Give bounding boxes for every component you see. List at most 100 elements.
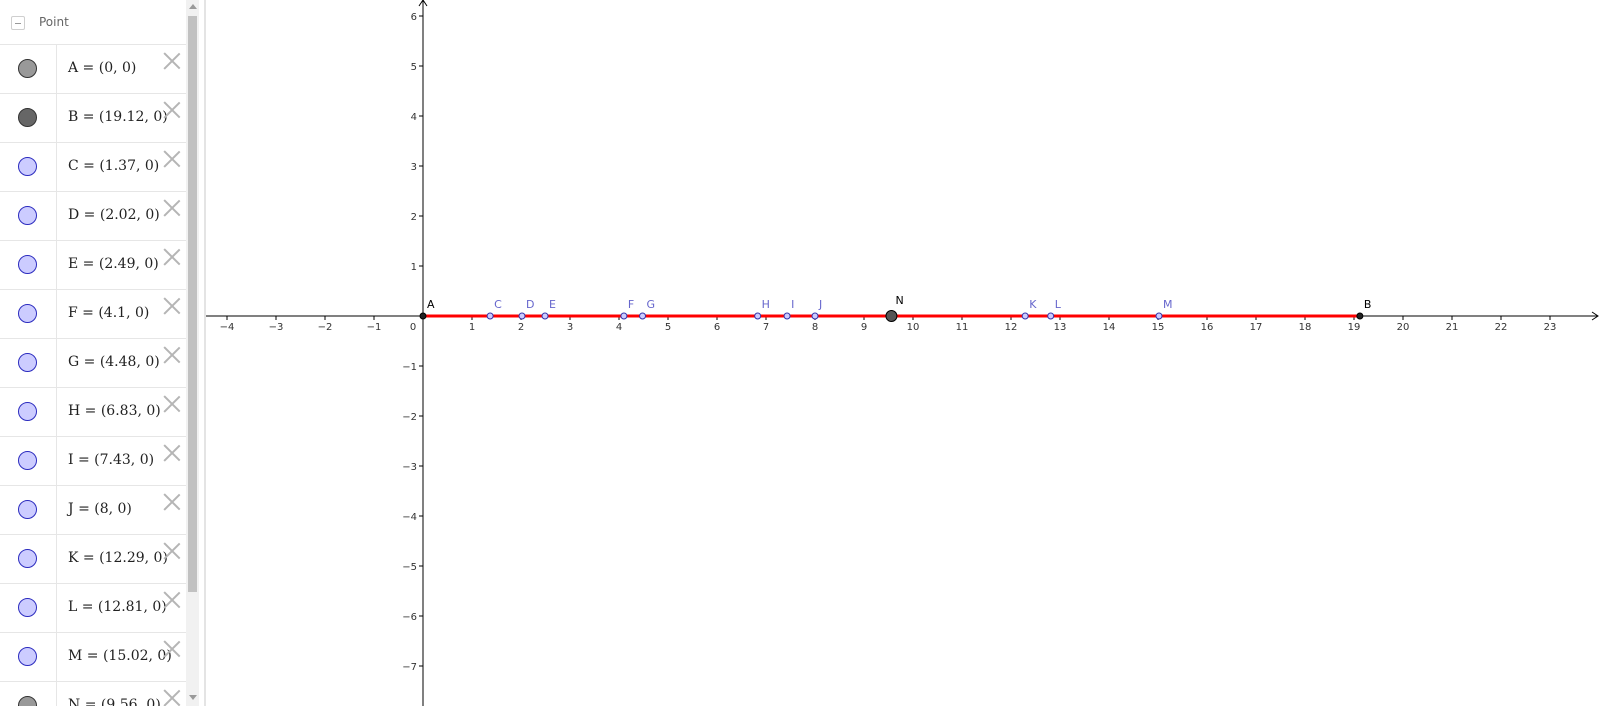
point-a[interactable] xyxy=(419,312,427,320)
visibility-toggle[interactable] xyxy=(0,486,57,534)
point-m[interactable] xyxy=(1155,312,1163,320)
algebra-row[interactable]: C = (1.37, 0) xyxy=(0,143,186,192)
delete-icon[interactable] xyxy=(163,346,181,364)
visibility-marble-icon[interactable] xyxy=(18,647,37,666)
x-tick-label: −4 xyxy=(220,322,235,333)
point-definition[interactable]: F = (4.1, 0) xyxy=(68,305,149,321)
point-h[interactable] xyxy=(754,312,762,320)
point-definition[interactable]: A = (0, 0) xyxy=(68,60,136,76)
delete-icon[interactable] xyxy=(163,101,181,119)
point-d[interactable] xyxy=(518,312,526,320)
point-n[interactable] xyxy=(885,310,898,322)
delete-icon[interactable] xyxy=(163,689,181,706)
graphics-canvas[interactable]: −4 −3 −2 −1 0 1 2 3 4 5 6 7 8 9 10 11 12 13 14 15 16 17 18 19 20… xyxy=(206,0,1600,706)
point-definition[interactable]: M = (15.02, 0) xyxy=(68,648,172,664)
visibility-marble-icon[interactable] xyxy=(18,549,37,568)
point-f[interactable] xyxy=(620,312,628,320)
point-label: L xyxy=(1055,298,1062,311)
x-tick-label: 13 xyxy=(1054,322,1067,333)
algebra-row[interactable]: D = (2.02, 0) xyxy=(0,192,186,241)
visibility-marble-icon[interactable] xyxy=(18,255,37,274)
delete-icon[interactable] xyxy=(163,297,181,315)
point-b[interactable] xyxy=(1356,312,1364,320)
point-l[interactable] xyxy=(1047,312,1055,320)
visibility-toggle[interactable] xyxy=(0,45,57,93)
delete-icon[interactable] xyxy=(163,199,181,217)
visibility-toggle[interactable] xyxy=(0,241,57,289)
point-definition[interactable]: D = (2.02, 0) xyxy=(68,207,160,223)
delete-icon[interactable] xyxy=(163,493,181,511)
algebra-scrollbar[interactable] xyxy=(186,0,199,706)
visibility-toggle[interactable] xyxy=(0,339,57,387)
algebra-row[interactable]: B = (19.12, 0) xyxy=(0,94,186,143)
visibility-toggle[interactable] xyxy=(0,584,57,632)
visibility-toggle[interactable] xyxy=(0,290,57,338)
delete-icon[interactable] xyxy=(163,248,181,266)
point-definition[interactable]: G = (4.48, 0) xyxy=(68,354,160,370)
visibility-marble-icon[interactable] xyxy=(18,206,37,225)
point-definition[interactable]: H = (6.83, 0) xyxy=(68,403,161,419)
algebra-row[interactable]: M = (15.02, 0) xyxy=(0,633,186,682)
x-tick-label: 4 xyxy=(616,322,622,333)
delete-icon[interactable] xyxy=(163,52,181,70)
algebra-row[interactable]: K = (12.29, 0) xyxy=(0,535,186,584)
visibility-marble-icon[interactable] xyxy=(18,59,37,78)
point-definition[interactable]: B = (19.12, 0) xyxy=(68,109,168,125)
point-definition[interactable]: N = (9.56, 0) xyxy=(68,697,161,706)
algebra-row[interactable]: N = (9.56, 0) xyxy=(0,682,186,706)
point-definition[interactable]: J = (8, 0) xyxy=(68,501,132,517)
visibility-toggle[interactable] xyxy=(0,94,57,142)
point-j[interactable] xyxy=(811,312,819,320)
algebra-row[interactable]: I = (7.43, 0) xyxy=(0,437,186,486)
visibility-toggle[interactable] xyxy=(0,535,57,583)
visibility-toggle[interactable] xyxy=(0,682,57,706)
delete-icon[interactable] xyxy=(163,444,181,462)
visibility-toggle[interactable] xyxy=(0,388,57,436)
visibility-toggle[interactable] xyxy=(0,633,57,681)
point-i[interactable] xyxy=(783,312,791,320)
point-definition[interactable]: L = (12.81, 0) xyxy=(68,599,167,615)
scroll-down-arrow-icon[interactable] xyxy=(189,695,197,700)
delete-icon[interactable] xyxy=(163,150,181,168)
point-e[interactable] xyxy=(541,312,549,320)
algebra-row[interactable]: J = (8, 0) xyxy=(0,486,186,535)
point-definition[interactable]: K = (12.29, 0) xyxy=(68,550,168,566)
point-definition[interactable]: E = (2.49, 0) xyxy=(68,256,159,272)
visibility-marble-icon[interactable] xyxy=(18,402,37,421)
x-tick-label: −3 xyxy=(269,322,284,333)
visibility-marble-icon[interactable] xyxy=(18,500,37,519)
point-k[interactable] xyxy=(1021,312,1029,320)
algebra-row[interactable]: E = (2.49, 0) xyxy=(0,241,186,290)
y-tick-label: −3 xyxy=(402,462,417,473)
scroll-up-arrow-icon[interactable] xyxy=(189,4,197,9)
visibility-marble-icon[interactable] xyxy=(18,451,37,470)
algebra-row[interactable]: H = (6.83, 0) xyxy=(0,388,186,437)
scrollbar-thumb[interactable] xyxy=(188,16,197,592)
point-label: H xyxy=(762,298,770,311)
graphics-view[interactable]: −4 −3 −2 −1 0 1 2 3 4 5 6 7 8 9 10 11 12 13 14 15 16 17 18 19 20… xyxy=(206,0,1600,706)
algebra-row[interactable]: F = (4.1, 0) xyxy=(0,290,186,339)
visibility-toggle[interactable] xyxy=(0,143,57,191)
point-c[interactable] xyxy=(486,312,494,320)
visibility-marble-icon[interactable] xyxy=(18,353,37,372)
point-g[interactable] xyxy=(639,312,647,320)
point-group-header[interactable]: Point xyxy=(0,0,186,45)
algebra-row[interactable]: A = (0, 0) xyxy=(0,45,186,94)
visibility-marble-icon[interactable] xyxy=(18,157,37,176)
collapse-group-button[interactable] xyxy=(11,16,25,30)
delete-icon[interactable] xyxy=(163,395,181,413)
visibility-marble-icon[interactable] xyxy=(18,304,37,323)
visibility-toggle[interactable] xyxy=(0,437,57,485)
algebra-row[interactable]: L = (12.81, 0) xyxy=(0,584,186,633)
visibility-marble-icon[interactable] xyxy=(18,696,37,706)
visibility-marble-icon[interactable] xyxy=(18,108,37,127)
visibility-toggle[interactable] xyxy=(0,192,57,240)
x-tick-label: −2 xyxy=(318,322,333,333)
delete-icon[interactable] xyxy=(163,591,181,609)
visibility-marble-icon[interactable] xyxy=(18,598,37,617)
point-definition[interactable]: C = (1.37, 0) xyxy=(68,158,159,174)
delete-icon[interactable] xyxy=(163,542,181,560)
point-definition[interactable]: I = (7.43, 0) xyxy=(68,452,154,468)
delete-icon[interactable] xyxy=(163,640,181,658)
algebra-row[interactable]: G = (4.48, 0) xyxy=(0,339,186,388)
